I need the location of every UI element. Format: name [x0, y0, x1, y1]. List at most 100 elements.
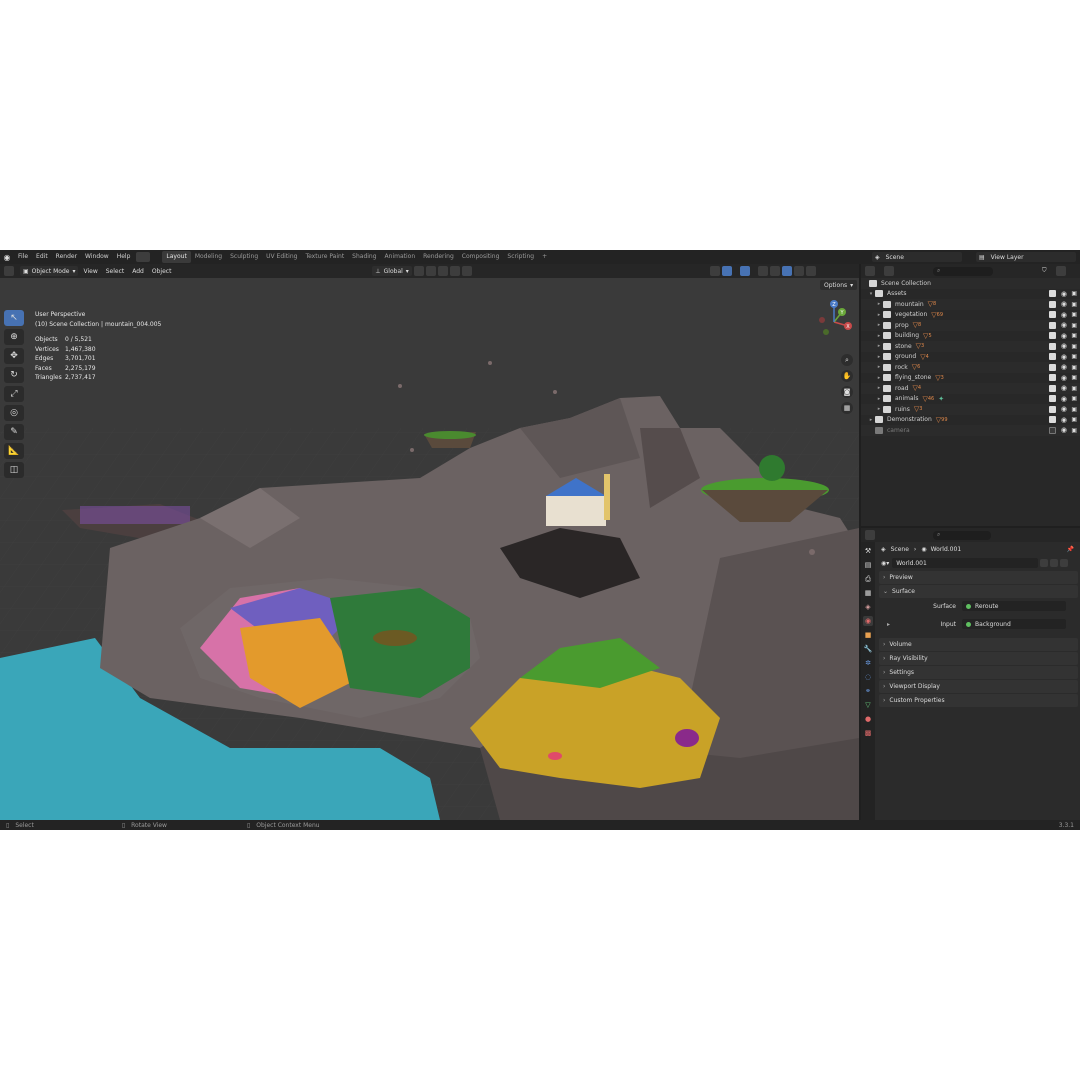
camera-icon[interactable]: ▣: [1071, 406, 1077, 413]
eye-icon[interactable]: ◉: [1061, 342, 1067, 350]
mode-dropdown[interactable]: ▣ Object Mode ▾: [20, 266, 79, 276]
overlay-toggle-icon[interactable]: [739, 266, 750, 276]
tab-layout[interactable]: Layout: [162, 251, 191, 263]
tab-shading[interactable]: Shading: [348, 251, 380, 263]
exclude-checkbox[interactable]: [1049, 374, 1056, 382]
outliner-item-prop[interactable]: ▸ prop ▽ 8 ◉ ▣: [861, 320, 1080, 331]
pin-icon[interactable]: 📌: [1067, 546, 1074, 553]
expand-arrow-icon[interactable]: ▸: [875, 385, 883, 391]
exclude-checkbox[interactable]: [1049, 332, 1056, 340]
menu-edit[interactable]: Edit: [32, 250, 52, 264]
select-box-tool-icon[interactable]: ↖: [4, 310, 24, 326]
pivot-icon[interactable]: [413, 266, 424, 276]
exclude-checkbox[interactable]: [1049, 363, 1056, 371]
orientation-dropdown[interactable]: ⊥ Global ▾: [372, 266, 412, 276]
menu-view[interactable]: View: [80, 268, 100, 275]
camera-icon[interactable]: ▣: [1071, 301, 1077, 308]
exclude-checkbox[interactable]: [1049, 342, 1056, 350]
scene-collection-row[interactable]: Scene Collection: [861, 278, 1080, 289]
new-collection-icon[interactable]: [1055, 266, 1066, 276]
eye-icon[interactable]: ◉: [1061, 300, 1067, 308]
camera-icon[interactable]: ▣: [1071, 374, 1077, 381]
scene-tab-icon[interactable]: ◈: [863, 602, 873, 612]
exclude-checkbox[interactable]: [1049, 384, 1056, 392]
tab-rendering[interactable]: Rendering: [419, 251, 458, 263]
outliner-item-demonstration[interactable]: ▸ Demonstration ▽ 99 ◉ ▣: [861, 415, 1080, 426]
rendered-shading-icon[interactable]: [805, 266, 816, 276]
tab-uv-editing[interactable]: UV Editing: [262, 251, 301, 263]
input-node-field[interactable]: Background: [962, 619, 1066, 629]
outliner-item-building[interactable]: ▸ building ▽ 5 ◉ ▣: [861, 331, 1080, 342]
assets-collection-row[interactable]: ▾ Assets ◉ ▣: [861, 289, 1080, 300]
camera-icon[interactable]: ▣: [1071, 332, 1077, 339]
surface-panel-header[interactable]: ⌄ Surface: [879, 585, 1078, 598]
pan-hand-icon[interactable]: ✋: [841, 370, 853, 382]
eye-icon[interactable]: ◉: [1061, 332, 1067, 340]
duplicate-icon[interactable]: [1050, 559, 1059, 567]
expand-arrow-icon[interactable]: ▸: [875, 312, 883, 318]
material-shading-icon[interactable]: [793, 266, 804, 276]
outliner-item-animals[interactable]: ▸ animals ▽ 46 ✦ ◉ ▣: [861, 394, 1080, 405]
outliner-item-camera[interactable]: camera ◉ ▣: [861, 425, 1080, 436]
tab-sculpting[interactable]: Sculpting: [226, 251, 262, 263]
solid-shading-icon[interactable]: [781, 266, 792, 276]
outliner-item-vegetation[interactable]: ▸ vegetation ▽ 69 ◉ ▣: [861, 310, 1080, 321]
object-tab-icon[interactable]: ■: [863, 630, 873, 640]
outliner-item-mountain[interactable]: ▸ mountain ▽ 8 ◉ ▣: [861, 299, 1080, 310]
menu-render[interactable]: Render: [52, 250, 81, 264]
rotate-tool-icon[interactable]: ↻: [4, 367, 24, 383]
eye-icon[interactable]: ◉: [1061, 363, 1067, 371]
eye-icon[interactable]: ◉: [1061, 384, 1067, 392]
eye-icon[interactable]: ◉: [1061, 374, 1067, 382]
gizmo-toggle-icon[interactable]: [721, 266, 732, 276]
expand-arrow-icon[interactable]: ▸: [875, 301, 883, 307]
eye-icon[interactable]: ◉: [1061, 290, 1067, 298]
menu-file[interactable]: File: [14, 250, 32, 264]
world-name-field[interactable]: World.001: [892, 558, 1039, 568]
eye-icon[interactable]: ◉: [1061, 405, 1067, 413]
fake-user-icon[interactable]: [1040, 559, 1049, 567]
eye-icon[interactable]: ◉: [1061, 426, 1067, 434]
transform-tool-icon[interactable]: ◎: [4, 405, 24, 421]
blender-logo-icon[interactable]: ◉: [0, 250, 14, 264]
tool-tab-icon[interactable]: ⚒: [863, 546, 873, 556]
exclude-checkbox[interactable]: [1049, 395, 1056, 403]
gizmo-neg-y-handle[interactable]: [823, 329, 829, 335]
add-cube-tool-icon[interactable]: ◫: [4, 462, 24, 478]
expand-arrow-icon[interactable]: ▸: [887, 621, 890, 628]
eye-icon[interactable]: ◉: [1061, 311, 1067, 319]
menu-select[interactable]: Select: [103, 268, 128, 275]
exclude-checkbox[interactable]: [1049, 321, 1056, 329]
falloff-icon[interactable]: [461, 266, 472, 276]
camera-icon[interactable]: ▣: [1071, 353, 1077, 360]
wireframe-shading-icon[interactable]: [769, 266, 780, 276]
outliner-item-flying-stone[interactable]: ▸ flying_stone ▽ 3 ◉ ▣: [861, 373, 1080, 384]
add-workspace-button[interactable]: +: [538, 251, 551, 263]
ray-visibility-panel-header[interactable]: › Ray Visibility: [879, 652, 1078, 665]
texture-tab-icon[interactable]: ▩: [863, 728, 873, 738]
menu-help[interactable]: Help: [113, 250, 135, 264]
menu-window[interactable]: Window: [81, 250, 113, 264]
view-layer-selector[interactable]: ▤ View Layer: [976, 252, 1076, 262]
camera-icon[interactable]: ▣: [1071, 343, 1077, 350]
constraints-tab-icon[interactable]: ⚭: [863, 686, 873, 696]
expand-arrow-icon[interactable]: ▸: [875, 364, 883, 370]
camera-icon[interactable]: ▣: [1071, 322, 1077, 329]
camera-icon[interactable]: ▣: [1071, 290, 1077, 297]
exclude-checkbox[interactable]: [1049, 300, 1056, 308]
editor-type-icon[interactable]: [4, 266, 14, 276]
eye-icon[interactable]: ◉: [1061, 353, 1067, 361]
gizmo-neg-x-handle[interactable]: [819, 317, 825, 323]
exclude-checkbox[interactable]: [1049, 290, 1056, 298]
outliner-item-ruins[interactable]: ▸ ruins ▽ 3 ◉ ▣: [861, 404, 1080, 415]
menu-add[interactable]: Add: [129, 268, 147, 275]
snap-target-icon[interactable]: [437, 266, 448, 276]
tab-animation[interactable]: Animation: [381, 251, 420, 263]
exclude-checkbox[interactable]: [1049, 405, 1056, 413]
zoom-icon[interactable]: ⌕: [841, 354, 853, 366]
surface-node-field[interactable]: Reroute: [962, 601, 1066, 611]
xray-icon[interactable]: [757, 266, 768, 276]
outliner-item-ground[interactable]: ▸ ground ▽ 4 ◉ ▣: [861, 352, 1080, 363]
exclude-checkbox[interactable]: [1049, 353, 1056, 361]
camera-icon[interactable]: ▣: [1071, 416, 1077, 423]
